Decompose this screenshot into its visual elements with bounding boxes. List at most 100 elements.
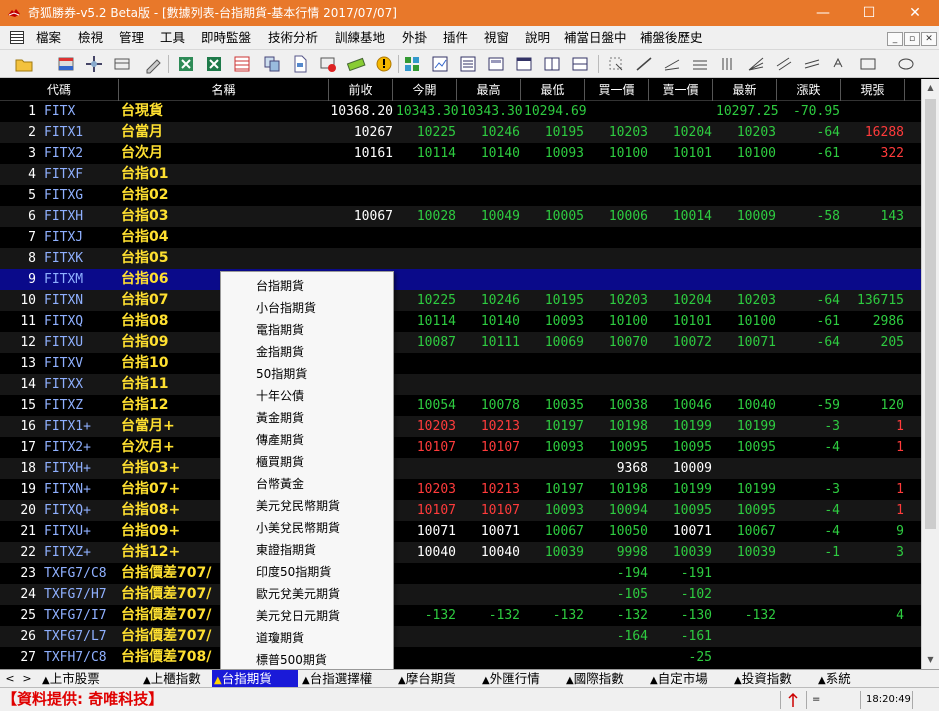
table-row[interactable]: 12 FITXU 台指09 10087 10111 10069 10070 10072 1007… bbox=[0, 332, 921, 353]
maximize-button[interactable]: ☐ bbox=[846, 0, 892, 26]
dropdown-option[interactable]: 台幣黃金 bbox=[256, 473, 304, 495]
dropdown-option[interactable]: 道瓊期貨 bbox=[256, 627, 304, 649]
table-row[interactable]: 21 FITXU+ 台指09+ 10071 10071 10067 10050 10071 10… bbox=[0, 521, 921, 542]
dropdown-option[interactable]: 小美兌民幣期貨 bbox=[256, 517, 340, 539]
dropdown-option[interactable]: 50指期貨 bbox=[256, 363, 307, 385]
table-row[interactable]: 6 FITXH 台指03 10067 10028 10049 10005 10006 10014… bbox=[0, 206, 921, 227]
mdi-close-button[interactable]: ✕ bbox=[921, 32, 937, 46]
dropdown-option[interactable]: 十年公債 bbox=[256, 385, 304, 407]
table-row[interactable]: 13 FITXV 台指10 bbox=[0, 353, 921, 374]
quote-window-icon[interactable] bbox=[486, 54, 506, 74]
alert-monitor-icon[interactable] bbox=[318, 54, 338, 74]
dropdown-option[interactable]: 美元兌日元期貨 bbox=[256, 605, 340, 627]
header-bid[interactable]: 買一價 bbox=[585, 79, 649, 101]
tab-world-index[interactable]: ▲國際指數 bbox=[564, 670, 648, 687]
header-low[interactable]: 最低 bbox=[521, 79, 585, 101]
menu-manage[interactable]: 管理 bbox=[119, 30, 144, 46]
header-high[interactable]: 最高 bbox=[457, 79, 521, 101]
panel-icon[interactable] bbox=[112, 54, 132, 74]
header-code[interactable]: 代碼 bbox=[0, 79, 119, 101]
header-ask[interactable]: 賣一價 bbox=[649, 79, 713, 101]
menu-plugin[interactable]: 外掛 bbox=[402, 30, 427, 46]
fox-app-icon[interactable] bbox=[7, 6, 21, 20]
menu-file[interactable]: 檔案 bbox=[36, 30, 61, 46]
dropdown-option[interactable]: 印度50指期貨 bbox=[256, 561, 331, 583]
table-row[interactable]: 8 FITXK 台指05 bbox=[0, 248, 921, 269]
line-tool-icon[interactable] bbox=[634, 54, 654, 74]
document-icon[interactable] bbox=[290, 54, 310, 74]
header-open[interactable]: 今開 bbox=[393, 79, 457, 101]
open-folder-icon[interactable] bbox=[14, 54, 34, 74]
mdi-restore-button[interactable]: ▫ bbox=[904, 32, 920, 46]
table-row[interactable]: 3 FITX2 台次月 10161 10114 10140 10093 10100 10101 1… bbox=[0, 143, 921, 164]
table-row[interactable]: 24 TXFG7/H7 台指價差707/-105 -102 bbox=[0, 584, 921, 605]
vertical-scrollbar[interactable]: ▲ ▼ bbox=[921, 79, 939, 669]
tab-taiex-options[interactable]: ▲台指選擇權 bbox=[300, 670, 394, 687]
text-tool-icon[interactable] bbox=[830, 54, 850, 74]
menu-realtime-monitor[interactable]: 即時監盤 bbox=[201, 30, 251, 46]
table-row[interactable]: 22 FITXZ+ 台指12+ 10040 10040 10039 9998 10039 100… bbox=[0, 542, 921, 563]
panel-window-icon[interactable] bbox=[542, 54, 562, 74]
list-window-icon[interactable] bbox=[458, 54, 478, 74]
close-button[interactable]: ✕ bbox=[892, 0, 938, 26]
horizontal-line-icon[interactable] bbox=[690, 54, 710, 74]
layout-red-icon[interactable] bbox=[56, 54, 76, 74]
tab-scroll-right-button[interactable]: > bbox=[19, 670, 35, 687]
scroll-up-arrow-icon[interactable]: ▲ bbox=[922, 79, 939, 96]
header-volume[interactable]: 現張 bbox=[841, 79, 905, 101]
table-row[interactable]: 18 FITXH+ 台指03+ 9368 10009 bbox=[0, 458, 921, 479]
scroll-down-arrow-icon[interactable]: ▼ bbox=[922, 651, 939, 668]
dropdown-option[interactable]: 電指期貨 bbox=[256, 319, 304, 341]
tab-system[interactable]: ▲系統 bbox=[816, 670, 856, 687]
table-row[interactable]: 2 FITX1 台當月 10267 10225 10246 10195 10203 10204 1… bbox=[0, 122, 921, 143]
menu-window[interactable]: 視窗 bbox=[484, 30, 509, 46]
warning-icon[interactable] bbox=[374, 54, 394, 74]
detail-window-icon[interactable] bbox=[514, 54, 534, 74]
ellipse-tool-icon[interactable] bbox=[896, 54, 916, 74]
dropdown-option[interactable]: 櫃買期貨 bbox=[256, 451, 304, 473]
table-row[interactable]: 5 FITXG 台指02 bbox=[0, 185, 921, 206]
menu-addons[interactable]: 插件 bbox=[443, 30, 468, 46]
tab-taiex-futures[interactable]: ▲台指期貨 bbox=[212, 670, 298, 687]
ray-tool-icon[interactable] bbox=[662, 54, 682, 74]
vertical-line-icon[interactable] bbox=[718, 54, 738, 74]
channel-tool-icon[interactable] bbox=[774, 54, 794, 74]
dropdown-option[interactable]: 台指期貨 bbox=[256, 275, 304, 297]
table-row[interactable]: 23 TXFG7/C8 台指價差707/-194 -191 bbox=[0, 563, 921, 584]
dropdown-option[interactable]: 美元兌民幣期貨 bbox=[256, 495, 340, 517]
menu-help[interactable]: 說明 bbox=[525, 30, 550, 46]
menu-tools[interactable]: 工具 bbox=[160, 30, 185, 46]
table-row[interactable]: 17 FITX2+ 台次月+ 10107 10107 10093 10095 10095 100… bbox=[0, 437, 921, 458]
dropdown-option[interactable]: 傳產期貨 bbox=[256, 429, 304, 451]
select-tool-icon[interactable] bbox=[606, 54, 626, 74]
tab-msci-taiwan-futures[interactable]: ▲摩台期貨 bbox=[396, 670, 480, 687]
header-name[interactable]: 名稱 bbox=[119, 79, 329, 101]
mdi-minimize-button[interactable]: _ bbox=[887, 32, 903, 46]
table-row[interactable]: 27 TXFH7/C8 台指價差708/-25 bbox=[0, 647, 921, 668]
table-row[interactable]: 9 FITXM 台指06 bbox=[0, 269, 921, 290]
menu-technical-analysis[interactable]: 技術分析 bbox=[268, 30, 318, 46]
menu-view[interactable]: 檢視 bbox=[78, 30, 103, 46]
table-row[interactable]: 15 FITXZ 台指12 10054 10078 10035 10038 10046 1004… bbox=[0, 395, 921, 416]
menu-training-base[interactable]: 訓練基地 bbox=[335, 30, 385, 46]
quote-grid[interactable]: 代碼 名稱 前收 今開 最高 最低 買一價 賣一價 最新 漲跌 現張 1 FITX… bbox=[0, 79, 921, 669]
header-last[interactable]: 最新 bbox=[713, 79, 777, 101]
menu-fill-history[interactable]: 補盤後歷史 bbox=[640, 30, 703, 46]
grid-layout-icon[interactable] bbox=[402, 54, 422, 74]
dropdown-option[interactable]: 黃金期貨 bbox=[256, 407, 304, 429]
draw-tool-icon[interactable] bbox=[144, 54, 164, 74]
market-dropdown-menu[interactable]: 台指期貨 小台指期貨 電指期貨 金指期貨 50指期貨 十年公債 黃金期貨 傳產期貨 櫃買期貨 台幣… bbox=[220, 271, 394, 675]
table-row[interactable]: 4 FITXF 台指01 bbox=[0, 164, 921, 185]
tab-forex[interactable]: ▲外匯行情 bbox=[480, 670, 564, 687]
table-row[interactable]: 1 FITX 台現貨 10368.20 10343.30 10343.30 10294.69… bbox=[0, 101, 921, 122]
tab-otc-index[interactable]: ▲上櫃指數 bbox=[141, 670, 211, 687]
minimize-button[interactable]: — bbox=[800, 0, 846, 26]
table-row[interactable]: 11 FITXQ 台指08 10114 10140 10093 10100 10101 1010… bbox=[0, 311, 921, 332]
table-row[interactable]: 19 FITXN+ 台指07+ 10203 10213 10197 10198 10199 10… bbox=[0, 479, 921, 500]
parallel-tool-icon[interactable] bbox=[802, 54, 822, 74]
table-row[interactable]: 20 FITXQ+ 台指08+ 10107 10107 10093 10094 10095 10… bbox=[0, 500, 921, 521]
grid-menu-icon[interactable] bbox=[10, 31, 24, 44]
tab-scroll-left-button[interactable]: < bbox=[2, 670, 18, 687]
crosshair-move-icon[interactable] bbox=[84, 54, 104, 74]
chart-window-icon[interactable] bbox=[430, 54, 450, 74]
